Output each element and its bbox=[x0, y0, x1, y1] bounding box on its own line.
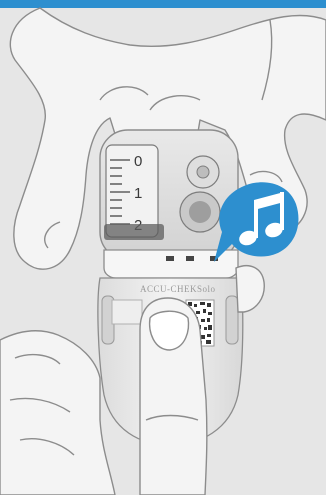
model-text: Solo bbox=[197, 284, 216, 294]
instruction-illustration: 0 1 2 bbox=[0, 0, 326, 495]
scale-label-0: 0 bbox=[134, 153, 142, 170]
lower-hand bbox=[0, 330, 116, 495]
illustration-canvas: 0 1 2 bbox=[0, 7, 326, 495]
brand-logo-text: ACCU-CHEK bbox=[140, 284, 197, 294]
pressing-finger bbox=[139, 297, 208, 495]
right-fingertip bbox=[235, 264, 265, 313]
scale-label-1: 1 bbox=[134, 185, 142, 202]
pump-reservoir: 0 1 2 bbox=[99, 129, 239, 261]
